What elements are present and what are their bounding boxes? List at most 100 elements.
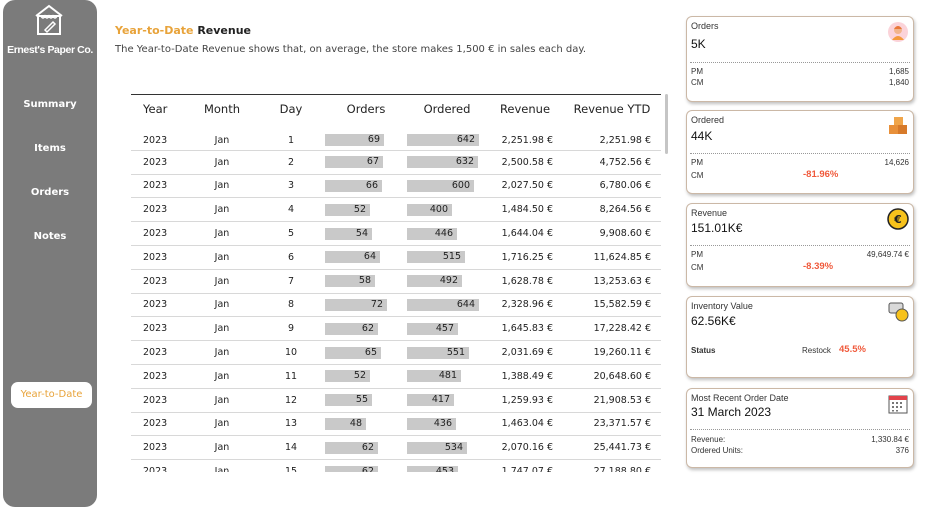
cell-orders-bar: 69 bbox=[325, 134, 384, 147]
card-recent-order: Most Recent Order Date 31 March 2023 Rev… bbox=[686, 388, 914, 468]
card-recent-label: Most Recent Order Date bbox=[691, 393, 789, 403]
col-ordered[interactable]: Ordered bbox=[407, 94, 487, 127]
cell-year: 2023 bbox=[131, 340, 187, 365]
table-row[interactable]: 2023 Jan 4 52 400 1,484.50 €8,264.56 € bbox=[131, 197, 661, 223]
nav-year-to-date[interactable]: Year-to-Date bbox=[11, 382, 92, 408]
brand-name: Ernest's Paper Co. bbox=[7, 44, 93, 56]
table-row[interactable]: 2023 Jan 13 48 436 1,463.04 €23,371.57 € bbox=[131, 412, 661, 437]
cell-day: 14 bbox=[257, 435, 325, 461]
card-revenue-value: 151.01K€ bbox=[691, 221, 743, 235]
cell-ordered-label: 457 bbox=[435, 322, 454, 334]
cell-month: Jan bbox=[187, 459, 257, 472]
cell-revenue: 2,070.16 € bbox=[487, 435, 563, 461]
cell-year: 2023 bbox=[131, 435, 187, 461]
card-orders-value: 5K bbox=[691, 37, 706, 51]
cell-orders-bar: 48 bbox=[325, 417, 366, 430]
table-row[interactable]: 2023 Jan 11 52 481 1,388.49 €20,648.60 € bbox=[131, 364, 661, 389]
cell-ordered-label: 551 bbox=[446, 346, 465, 358]
cell-ordered-bar: 492 bbox=[407, 275, 462, 288]
cell-revenue-ytd: 19,260.11 € bbox=[563, 340, 661, 365]
card-ordered-pm-value: 14,626 bbox=[884, 158, 909, 167]
col-day[interactable]: Day bbox=[257, 94, 325, 127]
cell-revenue-ytd: 8,264.56 € bbox=[563, 197, 661, 223]
cell-orders-bar: 62 bbox=[325, 441, 378, 454]
cell-orders: 54 bbox=[325, 221, 407, 246]
col-year[interactable]: Year bbox=[131, 94, 187, 127]
cell-orders-label: 64 bbox=[363, 251, 376, 263]
cell-ordered: 515 bbox=[407, 245, 487, 270]
cell-orders: 69 bbox=[325, 122, 407, 151]
nav-notes[interactable]: Notes bbox=[3, 231, 97, 242]
table-header-row: Year Month Day Orders Ordered Revenue Re… bbox=[131, 94, 661, 127]
table-row[interactable]: 2023 Jan 6 64 515 1,716.25 €11,624.85 € bbox=[131, 245, 661, 270]
col-month[interactable]: Month bbox=[187, 94, 257, 127]
cell-orders-bar: 54 bbox=[325, 227, 372, 240]
cell-month: Jan bbox=[187, 122, 257, 151]
page-subtitle: The Year-to-Date Revenue shows that, on … bbox=[115, 44, 587, 55]
cell-day: 7 bbox=[257, 269, 325, 294]
col-revenue-ytd[interactable]: Revenue YTD bbox=[563, 94, 661, 127]
table-row[interactable]: 2023 Jan 3 66 600 2,027.50 €6,780.06 € bbox=[131, 174, 661, 199]
cell-year: 2023 bbox=[131, 174, 187, 199]
cell-day: 4 bbox=[257, 197, 325, 223]
cell-revenue-ytd: 21,908.53 € bbox=[563, 388, 661, 413]
table-scrollbar[interactable] bbox=[665, 94, 668, 154]
cell-year: 2023 bbox=[131, 293, 187, 318]
cell-year: 2023 bbox=[131, 245, 187, 270]
card-inventory-label: Inventory Value bbox=[691, 301, 753, 311]
table-row[interactable]: 2023 Jan 9 62 457 1,645.83 €17,228.42 € bbox=[131, 316, 661, 342]
title-rest: Revenue bbox=[197, 24, 252, 37]
table-row[interactable]: 2023 Jan 8 72 644 2,328.96 €15,582.59 € bbox=[131, 293, 661, 318]
table-row[interactable]: 2023 Jan 5 54 446 1,644.04 €9,908.60 € bbox=[131, 221, 661, 246]
table-row[interactable]: 2023 Jan 14 62 534 2,070.16 €25,441.73 € bbox=[131, 435, 661, 461]
cell-day: 15 bbox=[257, 459, 325, 472]
cell-month: Jan bbox=[187, 364, 257, 389]
card-inventory-value: 62.56K€ bbox=[691, 314, 736, 328]
cell-orders-label: 62 bbox=[361, 441, 374, 453]
nav-orders[interactable]: Orders bbox=[3, 187, 97, 198]
cell-ordered: 600 bbox=[407, 174, 487, 199]
cell-month: Jan bbox=[187, 197, 257, 223]
cell-day: 11 bbox=[257, 364, 325, 389]
cell-ordered: 492 bbox=[407, 269, 487, 294]
cell-orders-bar: 67 bbox=[325, 156, 383, 169]
table-row[interactable]: 2023 Jan 1 69 642 2,251.98 €2,251.98 € bbox=[131, 122, 661, 151]
cell-day: 10 bbox=[257, 340, 325, 365]
cell-orders-label: 55 bbox=[355, 394, 368, 406]
ytd-table[interactable]: Year Month Day Orders Ordered Revenue Re… bbox=[131, 94, 661, 472]
cell-orders-label: 66 bbox=[365, 179, 378, 191]
col-orders[interactable]: Orders bbox=[325, 94, 407, 127]
card-orders-label: Orders bbox=[691, 21, 719, 31]
table-row[interactable]: 2023 Jan 2 67 632 2,500.58 €4,752.56 € bbox=[131, 150, 661, 175]
cell-orders: 52 bbox=[325, 197, 407, 223]
cell-ordered-bar: 600 bbox=[407, 179, 474, 192]
cell-revenue-ytd: 11,624.85 € bbox=[563, 245, 661, 270]
cell-revenue: 1,628.78 € bbox=[487, 269, 563, 294]
cell-ordered: 632 bbox=[407, 150, 487, 175]
cell-ordered-label: 600 bbox=[451, 179, 470, 191]
nav-items[interactable]: Items bbox=[3, 143, 97, 154]
cell-orders-label: 72 bbox=[370, 298, 383, 310]
cell-orders-bar: 62 bbox=[325, 465, 378, 472]
table-row[interactable]: 2023 Jan 15 62 453 1,747.07 €27,188.80 € bbox=[131, 459, 661, 472]
cell-year: 2023 bbox=[131, 221, 187, 246]
cell-month: Jan bbox=[187, 221, 257, 246]
nav-summary[interactable]: Summary bbox=[3, 99, 97, 110]
table-row[interactable]: 2023 Jan 7 58 492 1,628.78 €13,253.63 € bbox=[131, 269, 661, 294]
cell-revenue: 1,463.04 € bbox=[487, 412, 563, 437]
table-row[interactable]: 2023 Jan 12 55 417 1,259.93 €21,908.53 € bbox=[131, 388, 661, 413]
cell-ordered: 481 bbox=[407, 364, 487, 389]
euro-coin-icon: € bbox=[887, 208, 909, 230]
card-revenue-label: Revenue bbox=[691, 208, 728, 218]
col-revenue[interactable]: Revenue bbox=[487, 94, 563, 127]
cell-month: Jan bbox=[187, 150, 257, 175]
cell-ordered: 642 bbox=[407, 122, 487, 151]
cell-month: Jan bbox=[187, 293, 257, 318]
cell-day: 12 bbox=[257, 388, 325, 413]
cell-ordered-bar: 632 bbox=[407, 156, 478, 169]
cell-year: 2023 bbox=[131, 459, 187, 472]
cell-ordered: 534 bbox=[407, 435, 487, 461]
cell-ordered-label: 446 bbox=[434, 227, 453, 239]
calendar-icon bbox=[888, 395, 908, 414]
table-row[interactable]: 2023 Jan 10 65 551 2,031.69 €19,260.11 € bbox=[131, 340, 661, 365]
